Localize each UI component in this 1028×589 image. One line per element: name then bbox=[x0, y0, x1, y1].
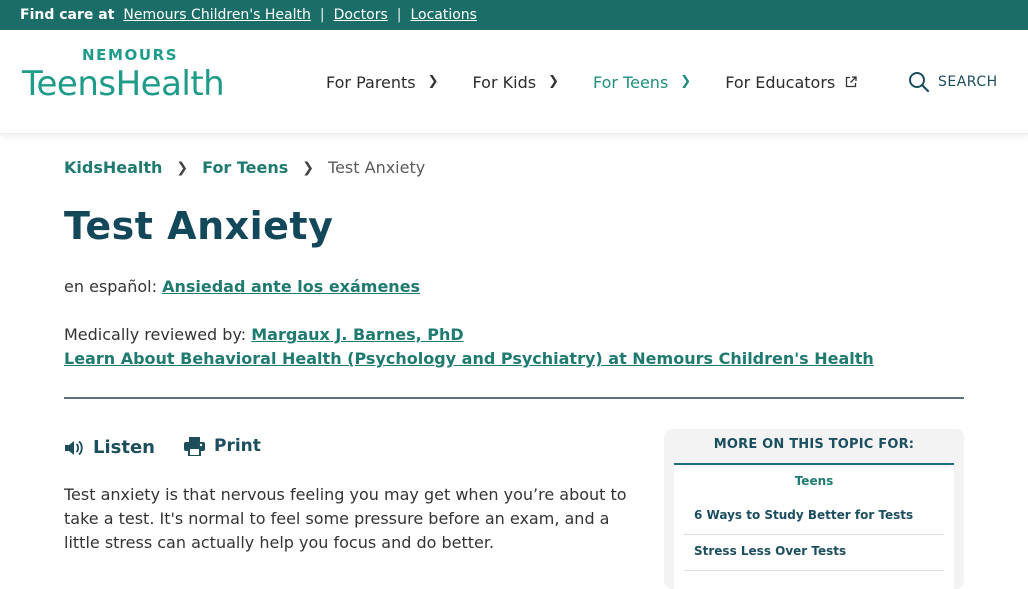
teenshealth-logo[interactable]: NEMOURS TeensHealth bbox=[22, 46, 244, 106]
locations-link[interactable]: Locations bbox=[410, 7, 477, 23]
related-link[interactable]: 6 Ways to Study Better for Tests bbox=[684, 499, 944, 535]
print-label: Print bbox=[214, 436, 261, 456]
spanish-link[interactable]: Ansiedad ante los exámenes bbox=[162, 277, 420, 296]
separator: | bbox=[396, 7, 402, 23]
nav-for-educators[interactable]: For Educators bbox=[725, 73, 857, 92]
reviewer-link[interactable]: Margaux J. Barnes, PhD bbox=[251, 325, 463, 344]
nav-label: For Parents bbox=[326, 72, 416, 92]
breadcrumb-current: Test Anxiety bbox=[328, 158, 426, 177]
nav-for-kids[interactable]: For Kids ❯ bbox=[473, 73, 559, 92]
search-button[interactable]: SEARCH bbox=[908, 30, 998, 134]
external-link-icon bbox=[846, 76, 857, 88]
nav-label: For Kids bbox=[472, 72, 537, 92]
behavioral-health-link[interactable]: Learn About Behavioral Health (Psycholog… bbox=[64, 349, 874, 368]
nemours-childrens-health-link[interactable]: Nemours Children's Health bbox=[123, 7, 310, 23]
more-on-topic-heading: MORE ON THIS TOPIC FOR: bbox=[674, 429, 954, 465]
separator: | bbox=[319, 7, 325, 23]
more-on-topic-panel: MORE ON THIS TOPIC FOR: Teens 6 Ways to … bbox=[664, 429, 964, 589]
spanish-prefix: en español: bbox=[64, 277, 157, 296]
speaker-icon bbox=[65, 440, 83, 455]
print-button[interactable]: Print bbox=[184, 436, 261, 456]
search-label: SEARCH bbox=[938, 74, 998, 90]
medical-review: Medically reviewed by: Margaux J. Barnes… bbox=[64, 325, 464, 344]
related-link[interactable]: Stress Less Over Tests bbox=[684, 535, 944, 571]
nav-label: For Educators bbox=[725, 72, 836, 92]
tab-teens[interactable]: Teens bbox=[674, 474, 954, 488]
chevron-right-icon: ❯ bbox=[548, 73, 559, 89]
reviewed-prefix: Medically reviewed by: bbox=[64, 325, 247, 344]
chevron-right-icon: ❯ bbox=[176, 159, 189, 176]
breadcrumb-kidshealth[interactable]: KidsHealth bbox=[64, 158, 162, 177]
spanish-version: en español: Ansiedad ante los exámenes bbox=[64, 277, 420, 296]
article-intro: Test anxiety is that nervous feeling you… bbox=[64, 485, 627, 552]
printer-icon bbox=[184, 436, 205, 456]
search-icon bbox=[909, 72, 930, 93]
site-header: NEMOURS TeensHealth For Parents ❯ For Ki… bbox=[0, 30, 1028, 134]
find-care-label: Find care at bbox=[20, 7, 115, 23]
page-title: Test Anxiety bbox=[64, 204, 334, 248]
find-care-bar: Find care at Nemours Children's Health |… bbox=[0, 0, 1028, 30]
chevron-right-icon: ❯ bbox=[302, 159, 315, 176]
teenshealth-wordmark: TeensHealth bbox=[22, 64, 225, 104]
listen-label: Listen bbox=[93, 437, 155, 458]
chevron-right-icon: ❯ bbox=[680, 73, 692, 89]
main-nav: For Parents ❯ For Kids ❯ For Teens ❯ For… bbox=[326, 30, 891, 134]
doctors-link[interactable]: Doctors bbox=[334, 7, 388, 23]
breadcrumb-for-teens[interactable]: For Teens bbox=[202, 158, 288, 177]
listen-button[interactable]: Listen bbox=[64, 437, 155, 458]
chevron-right-icon: ❯ bbox=[427, 73, 439, 89]
nemours-wordmark: NEMOURS bbox=[82, 46, 179, 64]
more-on-topic-body: Teens 6 Ways to Study Better for Tests S… bbox=[674, 466, 954, 589]
nav-for-teens[interactable]: For Teens ❯ bbox=[593, 73, 691, 92]
breadcrumb: KidsHealth ❯ For Teens ❯ Test Anxiety bbox=[64, 158, 425, 177]
related-links-list: 6 Ways to Study Better for Tests Stress … bbox=[684, 499, 944, 571]
nav-for-parents[interactable]: For Parents ❯ bbox=[326, 73, 439, 92]
nav-label: For Teens bbox=[592, 72, 669, 92]
divider bbox=[64, 397, 964, 399]
